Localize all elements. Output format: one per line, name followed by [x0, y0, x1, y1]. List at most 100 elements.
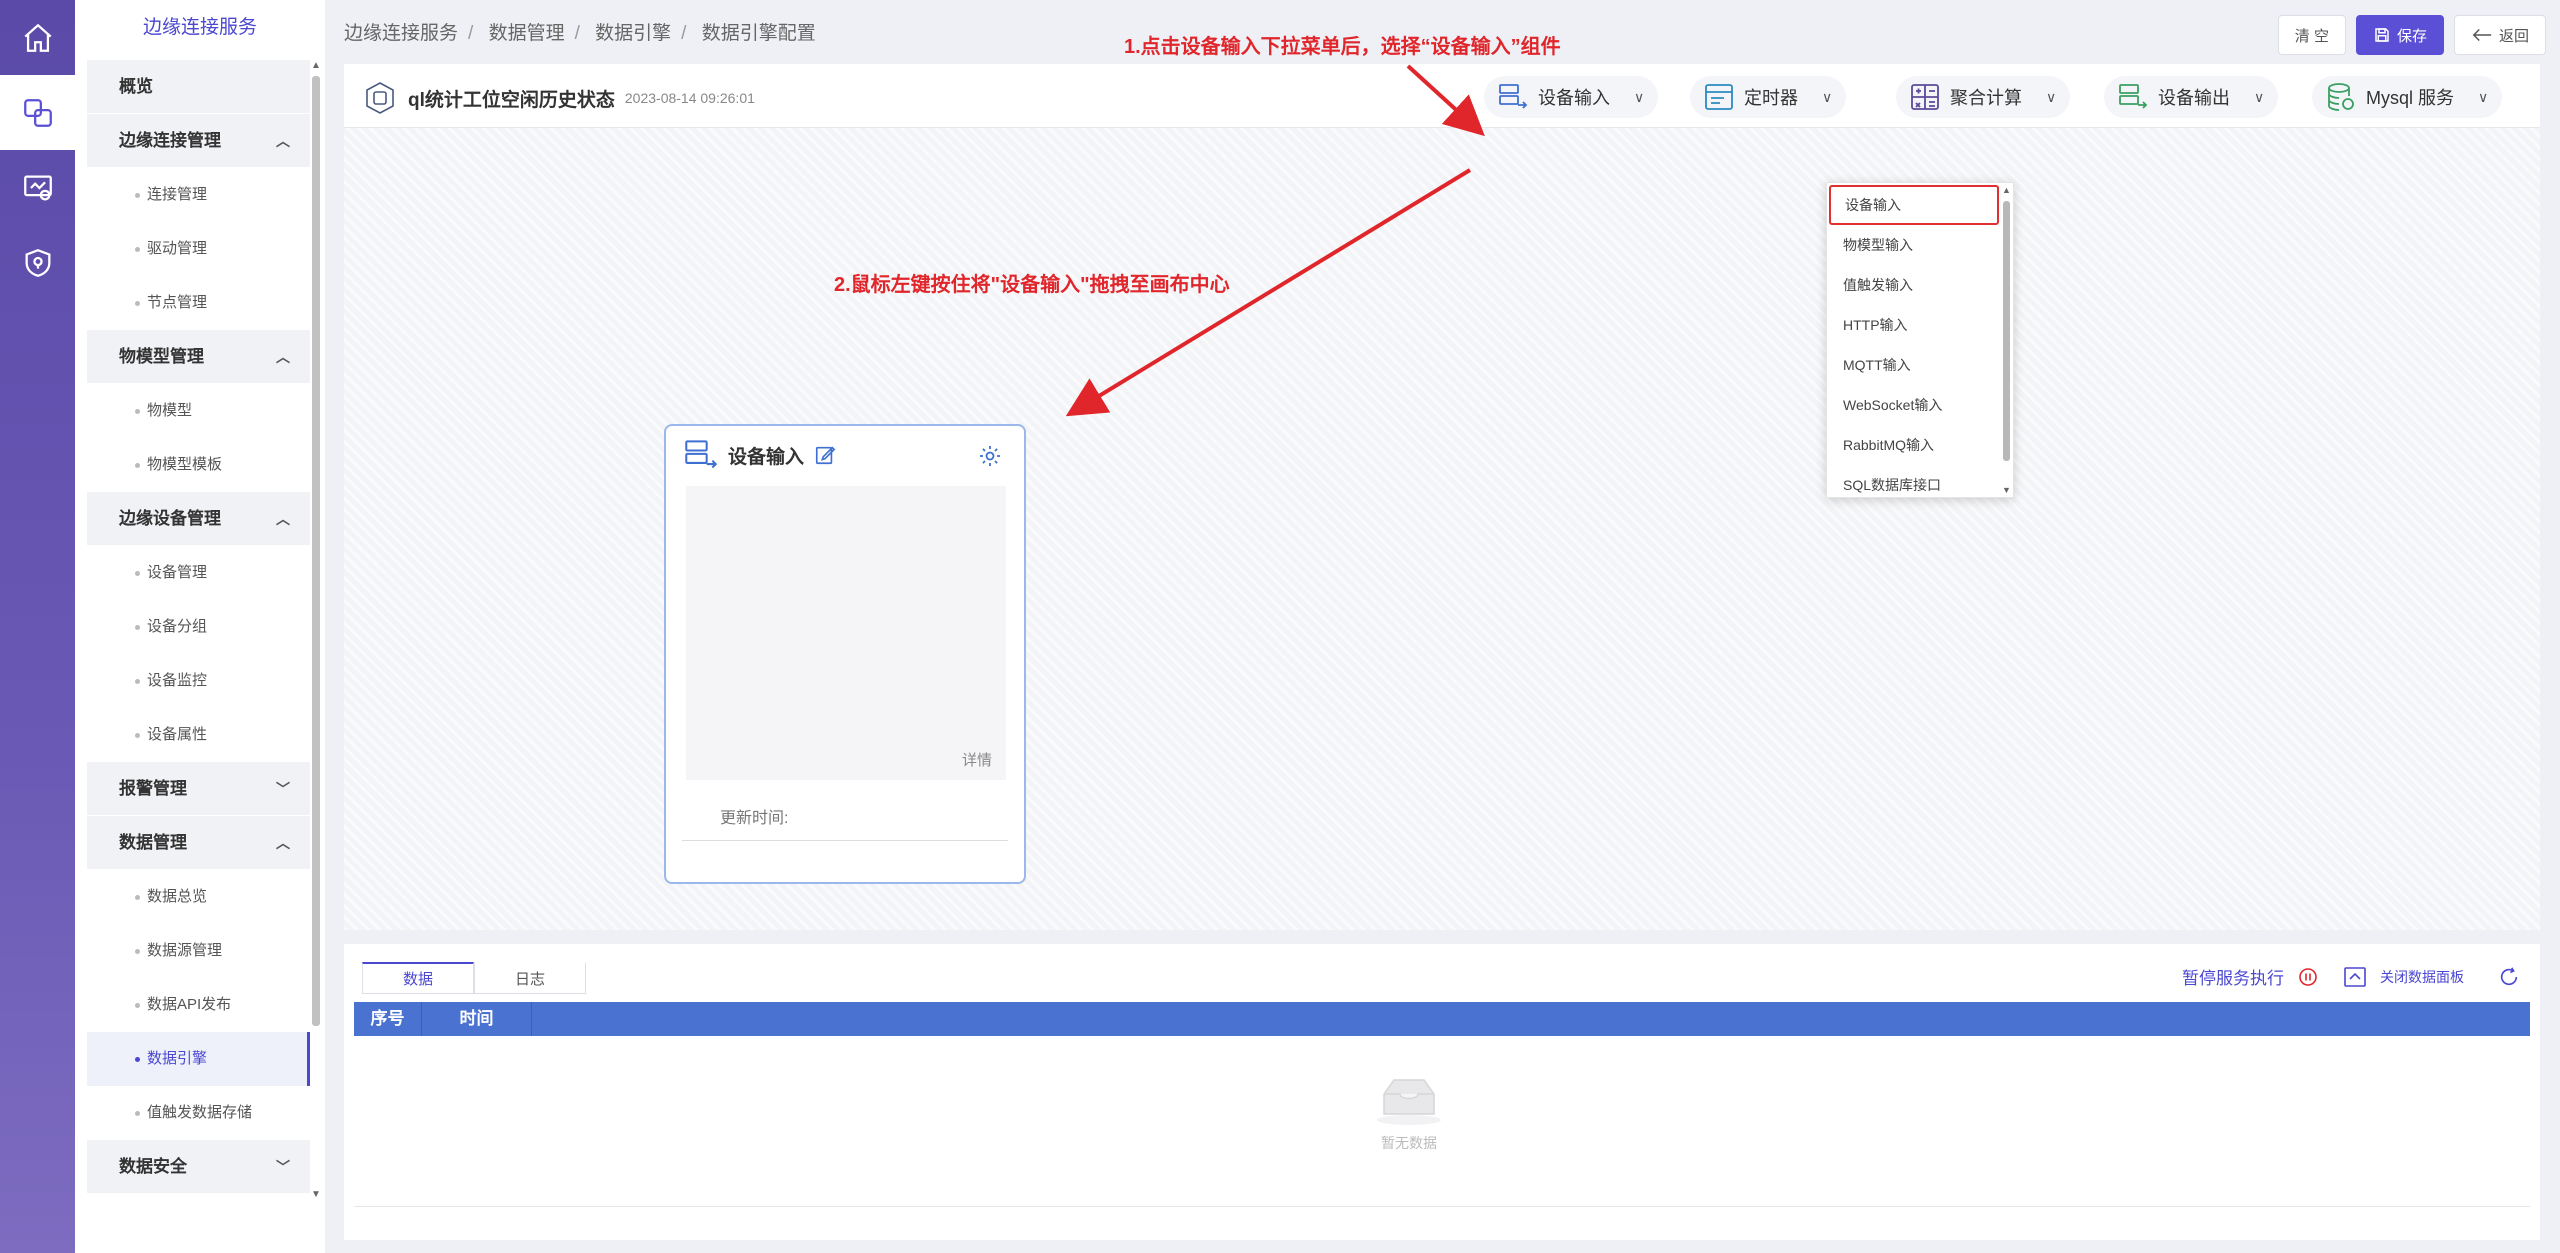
- breadcrumb-item[interactable]: 边缘连接服务: [344, 23, 458, 44]
- sidebar-item[interactable]: 物模型: [87, 384, 310, 438]
- node-header: 设备输入: [666, 426, 1024, 484]
- home-icon: [23, 23, 52, 52]
- breadcrumb-item[interactable]: 数据引擎: [595, 23, 671, 44]
- sidebar-menu: 概览边缘连接管理 ︿ 连接管理驱动管理节点管理物模型管理 ︿ 物模型物模型模板边缘设备管…: [87, 60, 384, 1194]
- dropdown-item[interactable]: HTTP输入: [1827, 305, 2013, 345]
- divider: [354, 1206, 2530, 1207]
- sidebar-item-label: 数据安全: [119, 1157, 187, 1176]
- calculator-icon: [1911, 84, 1939, 110]
- rail-security[interactable]: [0, 225, 75, 300]
- sidebar-item-label: 节点管理: [147, 294, 208, 311]
- sidebar-group[interactable]: 数据安全 ﹀: [87, 1140, 310, 1194]
- tool-device-input[interactable]: 设备输入 ∨: [1484, 76, 1659, 118]
- empty-box-icon: [1377, 1079, 1441, 1125]
- sidebar-item[interactable]: 设备属性: [87, 708, 310, 762]
- sidebar-item-active[interactable]: 数据引擎: [87, 1032, 310, 1086]
- sidebar-item-label: 设备监控: [147, 672, 208, 689]
- table-header: 序号 时间: [354, 1002, 2530, 1036]
- data-panel: 数据 日志 暂停服务执行 关闭数据面板 序号 时间 暂无数据: [344, 944, 2540, 1240]
- dropdown-item[interactable]: RabbitMQ输入: [1827, 425, 2013, 465]
- tool-aggregate[interactable]: 聚合计算 ∨: [1896, 76, 2071, 118]
- sidebar-item-label: 设备属性: [147, 726, 208, 743]
- sidebar-item[interactable]: 驱动管理: [87, 222, 310, 276]
- sidebar-item-label: 数据源管理: [147, 942, 223, 959]
- pause-icon[interactable]: [2298, 967, 2318, 987]
- empty-state: 暂无数据: [1374, 1074, 1444, 1153]
- close-data-panel-button[interactable]: 关闭数据面板: [2380, 967, 2464, 987]
- chevron-up-icon: ︿: [276, 349, 290, 365]
- icon-rail: [0, 0, 75, 1253]
- sidebar-item-label: 物模型: [147, 402, 193, 419]
- rail-edge-connect[interactable]: [0, 75, 75, 150]
- edit-icon[interactable]: [814, 444, 836, 466]
- dropdown-item-device-input[interactable]: 设备输入: [1829, 185, 1999, 225]
- edge-connect-icon: [23, 98, 52, 127]
- rail-home[interactable]: [0, 0, 75, 75]
- gear-icon[interactable]: [978, 444, 1002, 468]
- sidebar-item-label: 设备管理: [147, 564, 208, 581]
- sidebar-group[interactable]: 报警管理 ﹀: [87, 762, 310, 816]
- flow-icon: [366, 82, 394, 114]
- sidebar-item-label: 值触发数据存储: [147, 1104, 253, 1121]
- flow-time: 2023-08-14 09:26:01: [624, 90, 755, 106]
- back-button[interactable]: 返回: [2453, 15, 2546, 55]
- dropdown-item[interactable]: 物模型输入: [1827, 225, 2013, 265]
- monitor-icon: [23, 175, 52, 200]
- sidebar-item-label: 数据总览: [147, 888, 208, 905]
- dropdown-scrollbar[interactable]: ▲ ▼: [2001, 185, 2011, 495]
- sidebar-item[interactable]: 数据总览: [87, 870, 310, 924]
- sidebar-group[interactable]: 边缘连接管理 ︿: [87, 114, 310, 168]
- sidebar-item-label: 数据API发布: [147, 996, 232, 1013]
- sidebar-item[interactable]: 数据源管理: [87, 924, 310, 978]
- dropdown-item[interactable]: WebSocket输入: [1827, 385, 2013, 425]
- sidebar-scrollbar[interactable]: ▲ ▼: [311, 60, 321, 1200]
- save-button[interactable]: 保存: [2355, 15, 2444, 55]
- sidebar-item[interactable]: 物模型模板: [87, 438, 310, 492]
- sidebar-item[interactable]: 设备监控: [87, 654, 310, 708]
- empty-text: 暂无数据: [1381, 1135, 1437, 1151]
- pause-service-button[interactable]: 暂停服务执行: [2182, 964, 2284, 989]
- tool-label: 定时器: [1744, 88, 1798, 108]
- tab-data[interactable]: 数据: [362, 962, 474, 994]
- sidebar-item[interactable]: 数据API发布: [87, 978, 310, 1032]
- node-title: 设备输入: [728, 446, 805, 468]
- data-actions: 暂停服务执行 关闭数据面板: [2182, 964, 2520, 989]
- sidebar-item-label: 物模型模板: [147, 456, 223, 473]
- sidebar-item[interactable]: 连接管理: [87, 168, 310, 222]
- sidebar-item[interactable]: 设备管理: [87, 546, 310, 600]
- breadcrumb-current: 数据引擎配置: [701, 23, 816, 44]
- collapse-panel-icon[interactable]: [2344, 966, 2366, 987]
- arrow-left-icon: [2472, 28, 2492, 42]
- sidebar-group[interactable]: 数据管理 ︿: [87, 816, 310, 870]
- column-header: 时间: [422, 1002, 532, 1036]
- rail-monitor[interactable]: [0, 150, 75, 225]
- dropdown-item[interactable]: SQL数据库接口: [1827, 465, 2013, 505]
- tool-label: Mysql 服务: [2366, 88, 2455, 108]
- refresh-icon[interactable]: [2498, 966, 2520, 988]
- chevron-up-icon: ︿: [276, 133, 290, 149]
- sidebar-item-label: 边缘连接管理: [119, 131, 221, 150]
- tool-device-output[interactable]: 设备输出 ∨: [2104, 76, 2279, 118]
- sidebar-item-label: 驱动管理: [147, 240, 208, 257]
- chevron-up-icon: ︿: [276, 835, 290, 851]
- sidebar-group[interactable]: 概览: [87, 60, 310, 114]
- sidebar-item[interactable]: 值触发数据存储: [87, 1086, 310, 1140]
- sidebar-item[interactable]: 设备分组: [87, 600, 310, 654]
- tool-mysql[interactable]: Mysql 服务 ∨: [2312, 76, 2503, 118]
- breadcrumb-item[interactable]: 数据管理: [489, 23, 565, 44]
- sidebar-group[interactable]: 物模型管理 ︿: [87, 330, 310, 384]
- node-detail-link[interactable]: 详情: [962, 749, 992, 770]
- sidebar-group[interactable]: 边缘设备管理 ︿: [87, 492, 310, 546]
- tab-log[interactable]: 日志: [474, 962, 586, 994]
- sidebar-item[interactable]: 节点管理: [87, 276, 310, 330]
- device-input-node[interactable]: 设备输入 详情 更新时间:: [664, 424, 1026, 884]
- flow-canvas[interactable]: 设备输入 详情 更新时间:: [344, 128, 2540, 930]
- clear-button[interactable]: 清 空: [2277, 15, 2346, 55]
- sidebar-item-label: 报警管理: [119, 779, 187, 798]
- dropdown-item[interactable]: 值触发输入: [1827, 265, 2013, 305]
- save-icon: [2375, 28, 2389, 42]
- chevron-down-icon: ﹀: [276, 781, 290, 797]
- dropdown-item[interactable]: MQTT输入: [1827, 345, 2013, 385]
- chevron-down-icon: ﹀: [276, 1159, 290, 1175]
- tool-timer[interactable]: 定时器 ∨: [1690, 76, 1847, 118]
